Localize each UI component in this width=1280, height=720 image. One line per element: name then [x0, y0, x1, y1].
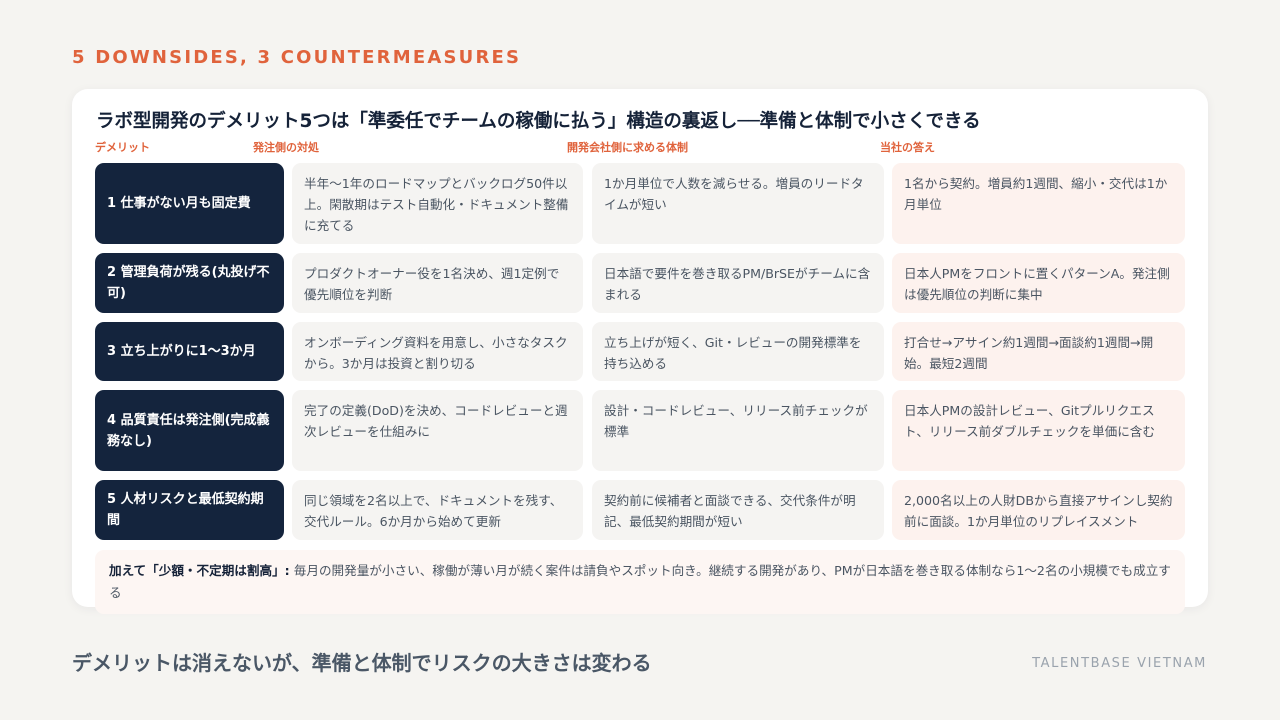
vendor-setup-cell: 契約前に候補者と面談できる、交代条件が明記、最低契約期間が短い	[592, 480, 884, 540]
our-answer-cell: 1名から契約。増員約1週間、縮小・交代は1か月単位	[892, 163, 1185, 244]
row-label: 5 人材リスクと最低契約期間	[95, 480, 284, 540]
card-title: ラボ型開発のデメリット5つは「準委任でチームの稼働に払う」構造の裏返し──準備と…	[96, 111, 981, 132]
table-row: 1 仕事がない月も固定費 半年〜1年のロードマップとバックログ50件以上。閑散期…	[95, 163, 1185, 244]
row-label: 3 立ち上がりに1〜3か月	[95, 322, 284, 381]
our-answer-cell: 打合せ→アサイン約1週間→面談約1週間→開始。最短2週間	[892, 322, 1185, 381]
column-header-downside: デメリット	[95, 141, 150, 154]
our-answer-cell: 日本人PMの設計レビュー、Gitプルリクエスト、リリース前ダブルチェックを単価に…	[892, 390, 1185, 471]
comparison-card: ラボ型開発のデメリット5つは「準委任でチームの稼働に払う」構造の裏返し──準備と…	[72, 89, 1208, 614]
client-action-cell: オンボーディング資料を用意し、小さなタスクから。3か月は投資と割り切る	[292, 322, 583, 381]
table-row: 3 立ち上がりに1〜3か月 オンボーディング資料を用意し、小さなタスクから。3か…	[95, 322, 1185, 381]
vendor-setup-cell: 設計・コードレビュー、リリース前チェックが標準	[592, 390, 884, 471]
client-action-cell: 半年〜1年のロードマップとバックログ50件以上。閑散期はテスト自動化・ドキュメン…	[292, 163, 583, 244]
additional-note: 加えて「少額・不定期は割高」: 毎月の開発量が小さい、稼働が薄い月が続く案件は請…	[95, 550, 1185, 614]
brand-name: TALENTBASE VIETNAM	[1032, 656, 1207, 671]
column-header-client-action: 発注側の対処	[253, 141, 319, 154]
note-lead: 加えて「少額・不定期は割高」:	[109, 563, 290, 578]
vendor-setup-cell: 1か月単位で人数を減らせる。増員のリードタイムが短い	[592, 163, 884, 244]
table-row: 2 管理負荷が残る(丸投げ不可) プロダクトオーナー役を1名決め、週1定例で優先…	[95, 253, 1185, 313]
table-row: 4 品質責任は発注側(完成義務なし) 完了の定義(DoD)を決め、コードレビュー…	[95, 390, 1185, 471]
row-label: 2 管理負荷が残る(丸投げ不可)	[95, 253, 284, 313]
vendor-setup-cell: 立ち上げが短く、Git・レビューの開発標準を持ち込める	[592, 322, 884, 381]
our-answer-cell: 日本人PMをフロントに置くパターンA。発注側は優先順位の判断に集中	[892, 253, 1185, 313]
client-action-cell: 完了の定義(DoD)を決め、コードレビューと週次レビューを仕組みに	[292, 390, 583, 471]
footer-message: デメリットは消えないが、準備と体制でリスクの大きさは変わる	[72, 651, 652, 675]
vendor-setup-cell: 日本語で要件を巻き取るPM/BrSEがチームに含まれる	[592, 253, 884, 313]
client-action-cell: 同じ領域を2名以上で、ドキュメントを残す、交代ルール。6か月から始めて更新	[292, 480, 583, 540]
column-header-vendor-setup: 開発会社側に求める体制	[567, 141, 688, 154]
column-header-our-answer: 当社の答え	[880, 141, 935, 154]
eyebrow-heading: 5 DOWNSIDES, 3 COUNTERMEASURES	[72, 47, 522, 68]
client-action-cell: プロダクトオーナー役を1名決め、週1定例で優先順位を判断	[292, 253, 583, 313]
table-row: 5 人材リスクと最低契約期間 同じ領域を2名以上で、ドキュメントを残す、交代ルー…	[95, 480, 1185, 540]
row-label: 1 仕事がない月も固定費	[95, 163, 284, 244]
row-label: 4 品質責任は発注側(完成義務なし)	[95, 390, 284, 471]
our-answer-cell: 2,000名以上の人財DBから直接アサインし契約前に面談。1か月単位のリプレイス…	[892, 480, 1185, 540]
